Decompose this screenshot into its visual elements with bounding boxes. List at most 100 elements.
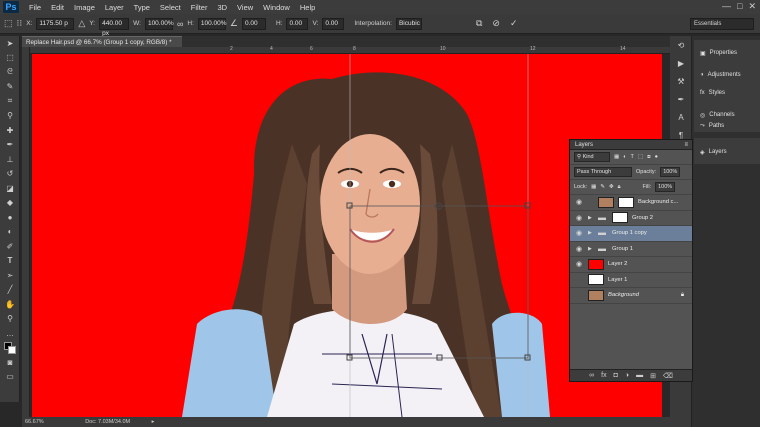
tool-presets-icon[interactable]: ⚒ <box>670 72 692 90</box>
type-filter-icon[interactable]: T <box>631 154 634 160</box>
link-icon[interactable]: ∞ <box>177 19 183 29</box>
menu-edit[interactable]: Edit <box>46 3 69 12</box>
menu-type[interactable]: Type <box>129 3 155 12</box>
menu-window[interactable]: Window <box>258 3 295 12</box>
lock-move-icon[interactable]: ✥ <box>609 184 614 190</box>
layer-row[interactable]: Background 🔒︎ <box>570 288 692 304</box>
move-tool-icon[interactable]: ➤ <box>0 36 20 51</box>
warp-icon[interactable]: ⧉ <box>476 18 482 29</box>
menu-filter[interactable]: Filter <box>186 3 213 12</box>
document-tab[interactable]: Replace Hair.psd @ 66.7% (Group 1 copy, … <box>22 36 182 57</box>
adjust-filter-icon[interactable]: ◐ <box>623 154 626 160</box>
lock-all-icon[interactable]: 🔒︎ <box>618 184 621 191</box>
layer-row[interactable]: ◉ Background c... <box>570 195 692 211</box>
hand-tool-icon[interactable]: ✋ <box>0 297 20 312</box>
close-button[interactable]: ✕ <box>748 1 756 12</box>
blend-mode-select[interactable]: Pass Through <box>574 167 632 177</box>
expand-icon[interactable]: ▶ <box>588 215 594 221</box>
properties-panel-tab[interactable]: ▣ Properties <box>696 44 760 62</box>
type-tool-icon[interactable]: T <box>0 254 20 269</box>
eye-hidden-icon[interactable] <box>574 274 584 285</box>
lasso-tool-icon[interactable]: ᘓ <box>0 65 20 80</box>
eye-hidden-icon[interactable] <box>574 290 584 301</box>
shape-filter-icon[interactable]: ⬚ <box>638 154 643 160</box>
cancel-transform-icon[interactable]: ⊘ <box>492 18 500 29</box>
smart-filter-icon[interactable]: ⧈ <box>647 154 651 161</box>
crop-tool-icon[interactable]: ⌗ <box>0 94 20 109</box>
menu-file[interactable]: File <box>24 3 46 12</box>
menu-help[interactable]: Help <box>295 3 320 12</box>
opacity-input[interactable]: 100% <box>660 167 681 177</box>
maximize-button[interactable]: □ <box>737 1 742 12</box>
character-icon[interactable]: A <box>670 108 692 126</box>
new-layer-icon[interactable]: ⊞ <box>650 372 656 380</box>
layer-row[interactable]: ◉ Layer 2 <box>570 257 692 273</box>
y-input[interactable]: 440.00 px <box>99 17 130 37</box>
line-tool-icon[interactable]: ╱ <box>0 283 20 298</box>
lock-transparent-icon[interactable]: ▦ <box>591 184 596 190</box>
doc-size[interactable]: Doc: 7.03M/34.0M <box>85 419 130 425</box>
document-canvas[interactable] <box>32 54 662 417</box>
quick-mask-icon[interactable]: ◙ <box>0 355 20 370</box>
brush-icon[interactable]: ✒ <box>670 90 692 108</box>
menu-view[interactable]: View <box>232 3 258 12</box>
screen-mode-icon[interactable]: ▭ <box>0 370 20 385</box>
x-input[interactable]: 1175.50 p <box>36 17 75 30</box>
brush-tool-icon[interactable]: ✒ <box>0 138 20 153</box>
eye-icon[interactable]: ◉ <box>574 259 584 270</box>
paths-panel-tab[interactable]: ⤳ Paths <box>696 120 760 132</box>
height-input[interactable]: 100.00% <box>197 17 227 30</box>
reference-point-icon[interactable]: ⁝⁝ <box>17 18 23 29</box>
menu-image[interactable]: Image <box>69 3 100 12</box>
actions-icon[interactable]: ▶ <box>670 54 692 72</box>
eyedropper-tool-icon[interactable]: ⚲ <box>0 109 20 124</box>
relative-position-icon[interactable]: △ <box>78 18 85 29</box>
styles-panel-tab[interactable]: fx Styles <box>696 84 760 102</box>
color-swatches-icon[interactable] <box>0 341 20 356</box>
dodge-tool-icon[interactable]: ◐ <box>0 225 20 240</box>
pen-tool-icon[interactable]: ✐ <box>0 239 20 254</box>
history-brush-tool-icon[interactable]: ↺ <box>0 167 20 182</box>
eye-icon[interactable]: ◉ <box>574 228 584 239</box>
healing-tool-icon[interactable]: ✚ <box>0 123 20 138</box>
kind-filter-select[interactable]: ⚲ Kind <box>574 152 610 162</box>
ruler-top[interactable]: 2 4 6 8 10 12 14 <box>30 46 670 54</box>
eraser-tool-icon[interactable]: ◪ <box>0 181 20 196</box>
eye-icon[interactable]: ◉ <box>574 212 584 223</box>
angle-input[interactable]: 0.00 <box>241 17 266 30</box>
paint-bucket-tool-icon[interactable]: ◆ <box>0 196 20 211</box>
layers-panel-tab[interactable]: ◈ Layers <box>696 143 760 161</box>
fx-icon[interactable]: fx <box>601 372 606 379</box>
more-tools-icon[interactable]: … <box>0 326 20 341</box>
clone-stamp-tool-icon[interactable]: ⊥ <box>0 152 20 167</box>
adjustment-icon[interactable]: ◑ <box>625 372 629 379</box>
menu-select[interactable]: Select <box>155 3 186 12</box>
menu-layer[interactable]: Layer <box>100 3 129 12</box>
history-icon[interactable]: ⟲ <box>670 36 692 54</box>
expand-icon[interactable]: ▶ <box>588 230 594 236</box>
quick-select-tool-icon[interactable]: ✎ <box>0 80 20 95</box>
minimize-button[interactable]: — <box>722 1 731 12</box>
vskew-input[interactable]: 0.00 <box>322 17 345 30</box>
pixel-filter-icon[interactable]: ▦ <box>614 154 619 160</box>
panel-menu-icon[interactable]: ≡ <box>684 140 688 150</box>
ruler-left[interactable] <box>22 47 30 417</box>
workspace-select[interactable]: Essentials <box>690 18 754 30</box>
lock-paint-icon[interactable]: ✎ <box>600 184 605 190</box>
marquee-tool-icon[interactable]: ⬚ <box>0 51 20 66</box>
layer-row[interactable]: ◉ ▶ ▬ Group 2 <box>570 210 692 226</box>
filter-toggle-icon[interactable]: ● <box>655 154 658 160</box>
width-input[interactable]: 100.00% <box>144 17 174 30</box>
status-arrow-icon[interactable]: ▸ <box>152 419 155 425</box>
commit-transform-icon[interactable]: ✓ <box>510 18 518 29</box>
path-select-tool-icon[interactable]: ➣ <box>0 268 20 283</box>
mask-icon[interactable]: ◘ <box>614 372 618 379</box>
expand-icon[interactable]: ▶ <box>588 246 594 252</box>
layers-panel-header[interactable]: Layers ≡ <box>570 140 692 150</box>
layer-row[interactable]: Layer 1 <box>570 272 692 288</box>
hskew-input[interactable]: 0.00 <box>286 17 309 30</box>
interpolation-select[interactable]: Bicubic <box>395 17 422 30</box>
eye-icon[interactable]: ◉ <box>574 243 584 254</box>
zoom-level[interactable]: 66.67% <box>25 419 44 425</box>
folder-icon[interactable]: ▬ <box>636 372 643 379</box>
